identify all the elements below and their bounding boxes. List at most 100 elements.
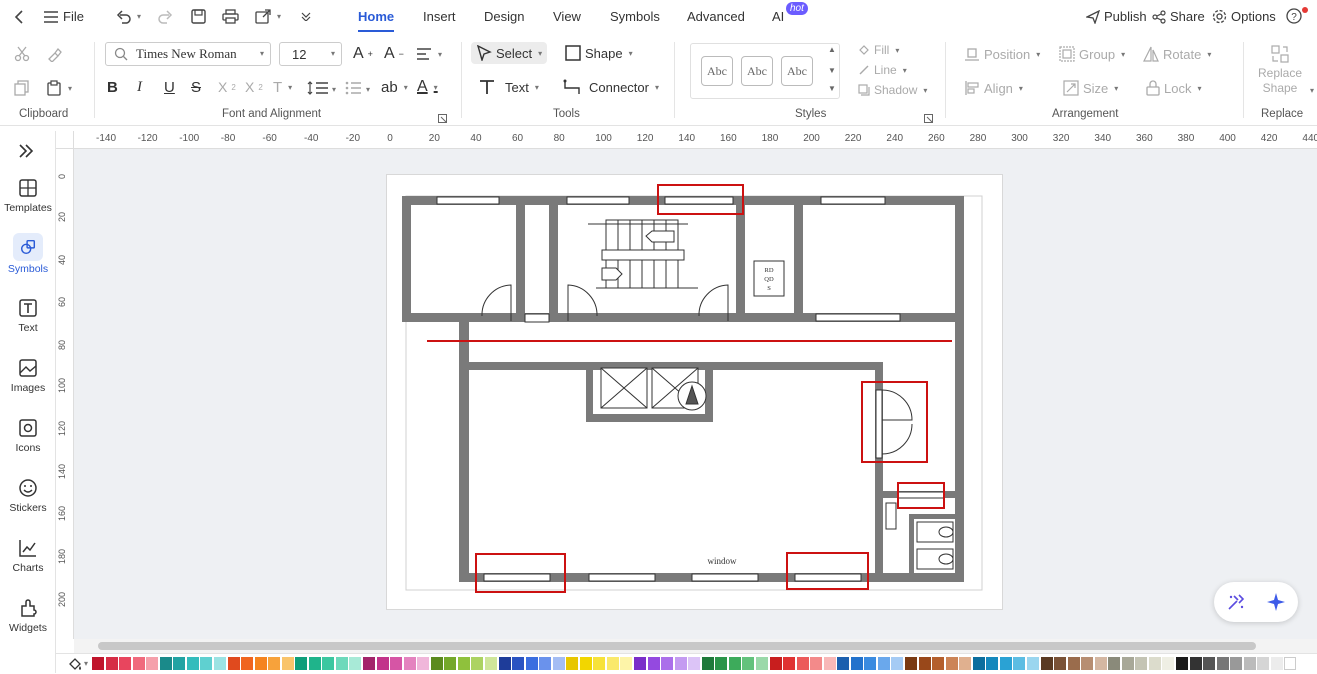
color-swatch[interactable] — [1013, 657, 1026, 670]
color-swatch[interactable] — [1162, 657, 1175, 670]
color-swatch[interactable] — [281, 657, 294, 670]
color-swatch[interactable] — [484, 657, 497, 670]
color-swatch[interactable] — [173, 657, 186, 670]
toilets — [885, 502, 954, 570]
color-swatch[interactable] — [986, 657, 999, 670]
color-swatch[interactable] — [390, 657, 403, 670]
color-swatch[interactable] — [539, 657, 552, 670]
staircase — [588, 219, 698, 289]
color-swatch[interactable] — [959, 657, 972, 670]
color-swatch[interactable] — [335, 657, 348, 670]
color-swatch[interactable] — [593, 657, 606, 670]
color-swatch[interactable] — [227, 657, 240, 670]
color-swatch[interactable] — [295, 657, 308, 670]
color-swatch[interactable] — [241, 657, 254, 670]
color-swatch[interactable] — [864, 657, 877, 670]
color-swatch[interactable] — [783, 657, 796, 670]
color-swatch[interactable] — [1243, 657, 1256, 670]
color-swatch[interactable] — [647, 657, 660, 670]
color-swatch[interactable] — [688, 657, 701, 670]
color-swatch[interactable] — [322, 657, 335, 670]
color-swatch[interactable] — [376, 657, 389, 670]
color-swatch[interactable] — [1176, 657, 1188, 670]
color-swatch[interactable] — [1284, 657, 1297, 670]
color-palette: ▾ — [56, 653, 1317, 673]
color-swatch[interactable] — [810, 657, 823, 670]
color-swatch[interactable] — [850, 657, 863, 670]
color-swatch[interactable] — [877, 657, 890, 670]
color-swatch[interactable] — [1054, 657, 1067, 670]
color-swatch[interactable] — [769, 657, 782, 670]
ai-sparkle-icon[interactable] — [1266, 592, 1286, 615]
color-swatch[interactable] — [254, 657, 267, 670]
color-swatch[interactable] — [1203, 657, 1216, 670]
color-swatch[interactable] — [119, 657, 132, 670]
color-swatch[interactable] — [905, 657, 917, 670]
color-swatch[interactable] — [525, 657, 538, 670]
color-swatch[interactable] — [945, 657, 958, 670]
color-swatch[interactable] — [918, 657, 931, 670]
color-swatch[interactable] — [349, 657, 362, 670]
color-swatch[interactable] — [932, 657, 945, 670]
color-swatch[interactable] — [796, 657, 809, 670]
color-swatch[interactable] — [308, 657, 321, 670]
color-swatch[interactable] — [268, 657, 281, 670]
color-swatch[interactable] — [742, 657, 755, 670]
color-swatch[interactable] — [213, 657, 226, 670]
color-swatch[interactable] — [457, 657, 470, 670]
color-swatch[interactable] — [1094, 657, 1107, 670]
color-swatch[interactable] — [620, 657, 633, 670]
color-swatch[interactable] — [1189, 657, 1202, 670]
color-swatch[interactable] — [972, 657, 985, 670]
color-swatch[interactable] — [186, 657, 199, 670]
window-label: window — [708, 556, 738, 566]
color-swatch[interactable] — [891, 657, 904, 670]
color-swatch[interactable] — [552, 657, 565, 670]
horizontal-scrollbar[interactable] — [74, 639, 1317, 653]
color-swatch[interactable] — [1121, 657, 1134, 670]
color-swatch[interactable] — [701, 657, 714, 670]
color-swatch[interactable] — [566, 657, 579, 670]
color-swatch[interactable] — [1026, 657, 1039, 670]
color-swatch[interactable] — [634, 657, 646, 670]
ai-design-icon[interactable] — [1226, 592, 1246, 615]
color-swatch[interactable] — [823, 657, 836, 670]
color-swatch[interactable] — [1081, 657, 1094, 670]
color-swatch[interactable] — [132, 657, 145, 670]
color-swatch[interactable] — [1270, 657, 1283, 670]
color-swatch[interactable] — [417, 657, 430, 670]
color-swatch[interactable] — [1148, 657, 1161, 670]
color-swatch[interactable] — [661, 657, 674, 670]
floor-plan[interactable]: RD QD S window — [0, 0, 1317, 673]
color-swatch[interactable] — [105, 657, 118, 670]
color-swatch[interactable] — [403, 657, 416, 670]
color-swatch[interactable] — [837, 657, 850, 670]
color-swatch[interactable] — [606, 657, 619, 670]
color-swatch[interactable] — [92, 657, 104, 670]
color-swatch[interactable] — [1230, 657, 1243, 670]
color-swatch[interactable] — [146, 657, 159, 670]
color-swatch[interactable] — [1108, 657, 1121, 670]
color-swatch[interactable] — [471, 657, 484, 670]
scrollbar-thumb[interactable] — [98, 642, 1256, 650]
color-swatch[interactable] — [579, 657, 592, 670]
color-swatch[interactable] — [755, 657, 768, 670]
color-swatch[interactable] — [512, 657, 525, 670]
color-swatch[interactable] — [363, 657, 375, 670]
paint-bucket-icon[interactable] — [68, 657, 82, 674]
color-swatch[interactable] — [430, 657, 443, 670]
color-swatch[interactable] — [1216, 657, 1229, 670]
color-swatch[interactable] — [159, 657, 172, 670]
color-swatch[interactable] — [1040, 657, 1053, 670]
color-swatch[interactable] — [999, 657, 1012, 670]
color-swatch[interactable] — [200, 657, 213, 670]
color-swatch[interactable] — [674, 657, 687, 670]
color-swatch[interactable] — [728, 657, 741, 670]
color-swatch[interactable] — [498, 657, 511, 670]
color-swatch[interactable] — [1135, 657, 1148, 670]
color-swatch[interactable] — [444, 657, 457, 670]
color-swatch[interactable] — [1257, 657, 1270, 670]
color-swatch[interactable] — [715, 657, 728, 670]
color-swatch[interactable] — [1067, 657, 1080, 670]
palette-dropdown-icon[interactable]: ▾ — [84, 659, 88, 668]
